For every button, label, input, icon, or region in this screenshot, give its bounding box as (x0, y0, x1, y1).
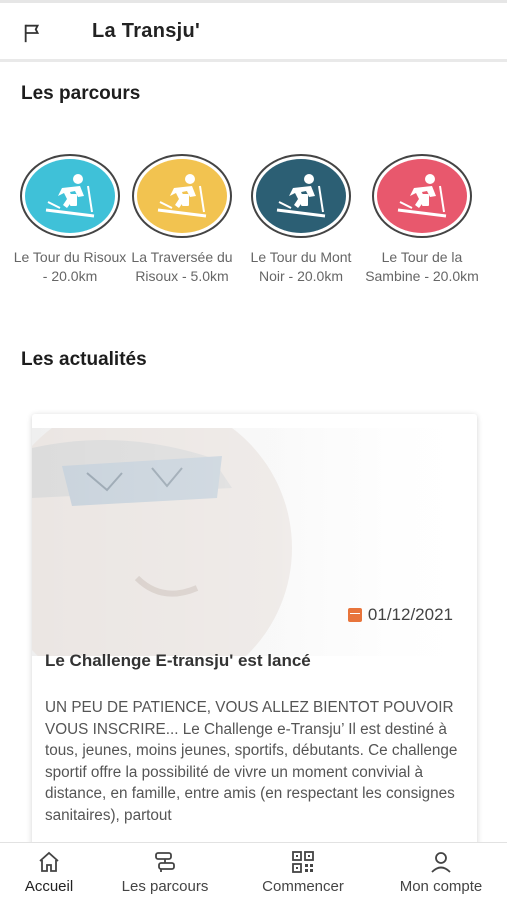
home-icon (39, 851, 59, 872)
calendar-icon (347, 608, 362, 622)
tab-label: Les parcours (121, 878, 209, 895)
skier-icon (256, 159, 346, 233)
news-section-title: Les actualités (21, 349, 147, 370)
route-badge (251, 154, 351, 238)
flag-icon[interactable] (22, 22, 44, 44)
route-badge (372, 154, 472, 238)
app-header: La Transju' (0, 0, 507, 62)
route-badge (20, 154, 120, 238)
tab-label: Mon compte (399, 878, 483, 895)
route-label: La Traversée du Risoux - 5.0km (131, 249, 233, 284)
tab-account[interactable]: Mon compte (385, 851, 497, 895)
skier-icon (137, 159, 227, 233)
skier-icon (25, 159, 115, 233)
bottom-tab-bar: Accueil Les parcours Commencer Mon compt… (0, 842, 507, 900)
routes-section-title: Les parcours (21, 83, 141, 104)
user-icon (431, 852, 451, 873)
tab-label: Accueil (24, 878, 74, 895)
tab-start[interactable]: Commencer (248, 851, 358, 895)
tab-label: Commencer (262, 878, 344, 895)
news-headline[interactable]: Le Challenge E-transju' est lancé (45, 651, 311, 671)
app-title: La Transju' (92, 20, 201, 42)
route-icon (155, 852, 175, 872)
qr-code-icon (292, 851, 314, 873)
news-excerpt: UN PEU DE PATIENCE, VOUS ALLEZ BIENTOT P… (45, 699, 458, 824)
route-item[interactable]: Le Tour de la Sambine - 20.0km (358, 154, 486, 286)
route-badge (132, 154, 232, 238)
tab-routes[interactable]: Les parcours (108, 851, 222, 895)
news-card[interactable]: 01/12/2021 Le Challenge E-transju' est l… (32, 414, 477, 854)
news-date-text: 01/12/2021 (367, 605, 453, 624)
skier-icon (377, 159, 467, 233)
news-date: 01/12/2021 (347, 605, 453, 625)
routes-list: Le Tour du Risoux - 20.0km La Traversée … (0, 154, 507, 314)
route-item[interactable]: Le Tour du Risoux - 20.0km (12, 154, 128, 286)
route-label: Le Tour du Mont Noir - 20.0km (250, 249, 352, 284)
route-item[interactable]: La Traversée du Risoux - 5.0km (124, 154, 240, 286)
route-label: Le Tour du Risoux - 20.0km (13, 249, 127, 284)
route-item[interactable]: Le Tour du Mont Noir - 20.0km (243, 154, 359, 286)
route-label: Le Tour de la Sambine - 20.0km (365, 249, 479, 284)
tab-home[interactable]: Accueil (16, 851, 82, 895)
